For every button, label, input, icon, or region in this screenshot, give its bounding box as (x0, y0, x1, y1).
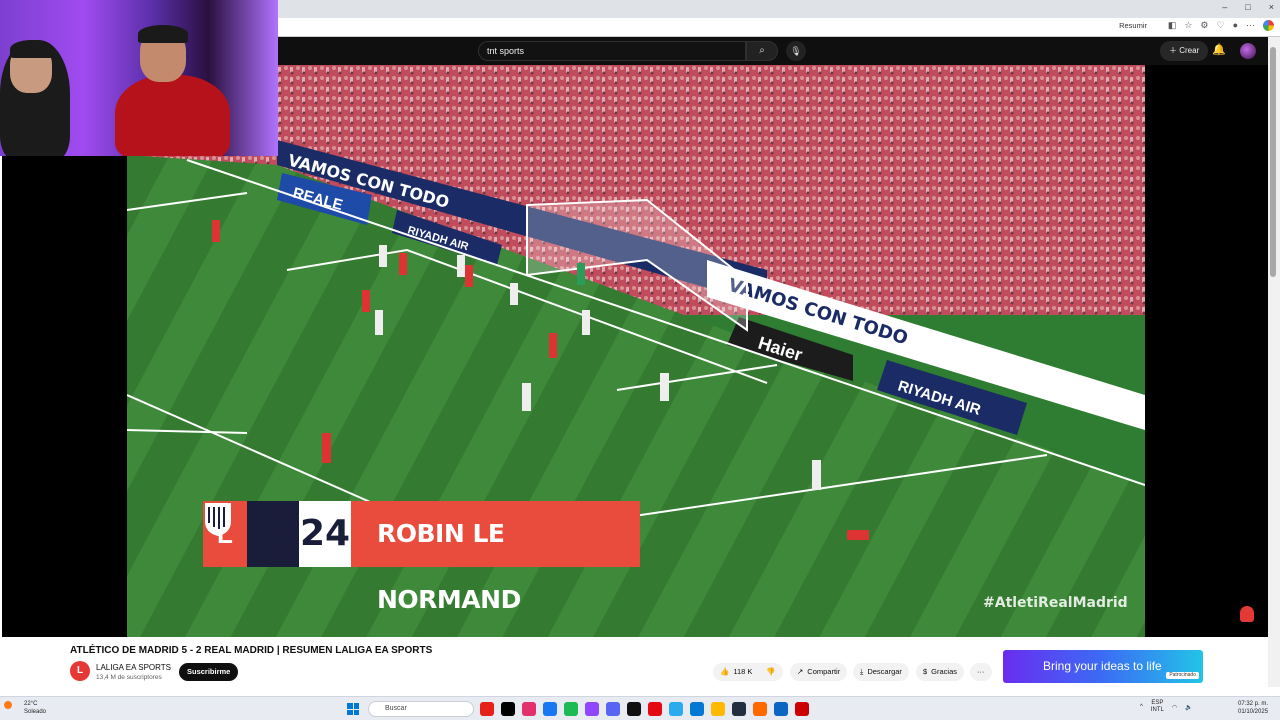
taskbar-app-icon[interactable] (606, 702, 620, 716)
browser-address-bar[interactable]: Resumir ◧ ☆ ⚙ ♡ ● ⋯ (278, 18, 1280, 37)
profile-icon[interactable]: ● (1233, 20, 1238, 31)
share-button[interactable]: ↗ Compartir (790, 663, 848, 681)
channel-avatar[interactable]: L (70, 661, 90, 681)
ad-chip: Patrocinado (1166, 672, 1199, 679)
extensions-icon[interactable]: ⚙ (1200, 20, 1208, 31)
taskbar-app-icon[interactable] (480, 702, 494, 716)
page-scrollbar[interactable] (1268, 37, 1280, 687)
download-icon: ⤓ (860, 667, 864, 676)
share-icon: ↗ (797, 667, 804, 676)
weather-widget[interactable]: 22°C Soleado (24, 700, 46, 716)
taskbar-apps (480, 702, 809, 716)
taskbar-app-icon[interactable] (501, 702, 515, 716)
minimize-button[interactable]: – (1222, 2, 1227, 12)
video-frame[interactable]: VAMOS CON TODO VAMOS CON TODO Haier RIYA… (127, 65, 1145, 637)
scrollbar-thumb[interactable] (1270, 47, 1276, 277)
taskbar-app-icon[interactable] (753, 702, 767, 716)
taskbar-app-icon[interactable] (564, 702, 578, 716)
resume-button[interactable]: Resumir (1119, 21, 1147, 30)
wifi-icon[interactable]: ◠ (1172, 704, 1177, 711)
ad-banner[interactable]: Bring your ideas to life Patrocinado (1003, 650, 1203, 683)
start-button[interactable] (347, 703, 359, 715)
mic-icon[interactable]: 🎙 (786, 41, 806, 61)
taskbar-clock[interactable]: 07:32 p. m. 01/10/2025 (1238, 700, 1268, 716)
subscribe-button[interactable]: Suscribirme (179, 663, 239, 681)
download-label: Descargar (867, 667, 902, 676)
subscriber-count: 13,4 M de suscriptores (96, 674, 162, 681)
player-number: 24 (299, 501, 351, 567)
thumbs-up-icon: 👍 (720, 667, 730, 676)
create-button[interactable]: ＋ Crear (1160, 41, 1209, 61)
webcam-overlay (0, 0, 278, 156)
taskbar-app-icon[interactable] (648, 702, 662, 716)
browser-toolbar: ◧ ☆ ⚙ ♡ ● ⋯ (1168, 20, 1274, 31)
clock-date: 01/10/2025 (1238, 709, 1269, 715)
like-button[interactable]: 👍 118 K 👎 (713, 663, 783, 681)
search-input[interactable]: tnt sports (478, 41, 746, 61)
thanks-label: Gracias (931, 667, 958, 676)
taskbar-app-icon[interactable] (627, 702, 641, 716)
taskbar-app-icon[interactable] (732, 702, 746, 716)
taskbar-search[interactable]: Buscar (368, 701, 474, 717)
clock-time: 07:32 p. m. (1238, 701, 1269, 707)
team-crest-icon (205, 501, 299, 567)
taskbar-app-icon[interactable] (690, 702, 704, 716)
match-hashtag: #AtletiRealMadrid (983, 595, 1128, 611)
taskbar-app-icon[interactable] (522, 702, 536, 716)
channel-name[interactable]: LALIGA EA SPORTS (96, 663, 171, 672)
taskbar-app-icon[interactable] (669, 702, 683, 716)
player-name: ROBIN LE NORMAND (351, 501, 640, 614)
bell-icon[interactable]: 🔔 (1212, 43, 1226, 56)
player-scoreboard: L 24 ROBIN LE NORMAND (203, 501, 640, 614)
search-icon[interactable]: ⌕ (746, 41, 778, 61)
weather-temp: 22°C (24, 701, 38, 707)
ad-text: Bring your ideas to life (1043, 659, 1162, 673)
create-label: Crear (1179, 46, 1200, 55)
menu-icon[interactable]: ⋯ (1246, 20, 1255, 31)
like-count: 118 K (733, 667, 753, 676)
window-controls[interactable]: – □ × (1222, 2, 1274, 12)
close-button[interactable]: × (1269, 2, 1274, 12)
windows-taskbar: 22°C Soleado Buscar ^ ESP INTL ◠ 🔈 07:32… (0, 696, 1280, 720)
search-value: tnt sports (487, 46, 525, 56)
taskbar-app-icon[interactable] (795, 702, 809, 716)
star-icon[interactable]: ☆ (1184, 20, 1192, 31)
taskbar-app-icon[interactable] (543, 702, 557, 716)
weather-desc: Soleado (24, 709, 47, 715)
dislike-icon[interactable]: 👎 (766, 663, 775, 681)
language-layout: INTL (1150, 707, 1164, 713)
language-code: ESP (1151, 700, 1164, 706)
language-indicator[interactable]: ESP INTL (1151, 700, 1164, 714)
tray-chevron-icon[interactable]: ^ (1140, 704, 1143, 710)
avatar[interactable] (1240, 43, 1256, 59)
share-label: Compartir (807, 667, 841, 676)
volume-icon[interactable]: 🔈 (1185, 704, 1192, 711)
taskbar-search-text: Buscar (385, 705, 407, 712)
more-button[interactable]: ··· (970, 663, 992, 681)
tab-search-icon[interactable]: ◧ (1168, 20, 1177, 31)
copilot-icon[interactable] (1263, 20, 1274, 31)
taskbar-app-icon[interactable] (774, 702, 788, 716)
video-title: ATLÉTICO DE MADRID 5 - 2 REAL MADRID | R… (70, 645, 433, 656)
thanks-icon: $ (923, 667, 928, 676)
system-tray: ^ ESP INTL ◠ 🔈 (1140, 700, 1193, 714)
taskbar-app-icon[interactable] (585, 702, 599, 716)
maximize-button[interactable]: □ (1245, 2, 1250, 12)
youtube-header: tnt sports ⌕ 🎙 ＋ Crear 🔔 (278, 37, 1280, 65)
taskbar-app-icon[interactable] (711, 702, 725, 716)
download-button[interactable]: ⤓ Descargar (853, 663, 909, 681)
favorites-icon[interactable]: ♡ (1216, 20, 1224, 31)
weather-icon[interactable] (4, 701, 12, 709)
thanks-button[interactable]: $ Gracias (916, 663, 965, 681)
notification-bell-icon[interactable] (1240, 606, 1254, 622)
